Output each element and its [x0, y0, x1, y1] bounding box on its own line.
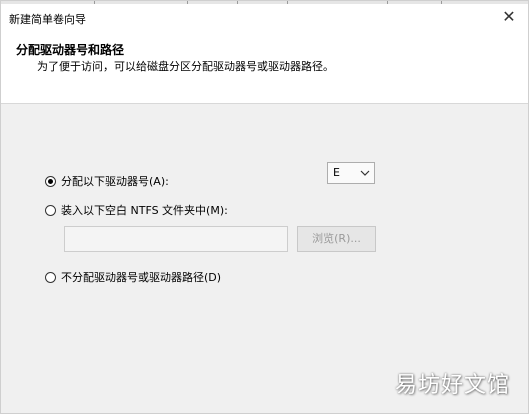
chevron-down-icon	[360, 165, 370, 184]
radio-assign-letter[interactable]	[45, 175, 56, 187]
option-no-assign[interactable]: 不分配驱动器号或驱动器路径(D)	[45, 269, 221, 285]
radio-mount-folder[interactable]	[45, 204, 56, 216]
option-assign-letter[interactable]: 分配以下驱动器号(A):	[45, 173, 169, 189]
browse-button[interactable]: 浏览(R)...	[297, 226, 376, 252]
option-mount-folder-label: 装入以下空白 NTFS 文件夹中(M):	[61, 204, 228, 217]
watermark-text: 易坊好文馆	[394, 373, 510, 398]
close-icon[interactable]: ✕	[500, 8, 518, 26]
folder-path-input[interactable]	[64, 226, 288, 252]
wizard-header: 分配驱动器号和路径 为了便于访问，可以给磁盘分区分配驱动器号或驱动器路径。	[1, 33, 528, 104]
radio-no-assign[interactable]	[45, 271, 56, 283]
title-bar: 新建简单卷向导 ✕	[1, 4, 528, 33]
option-no-assign-label: 不分配驱动器号或驱动器路径(D)	[61, 271, 222, 284]
page-title: 分配驱动器号和路径	[16, 43, 125, 57]
page-description: 为了便于访问，可以给磁盘分区分配驱动器号或驱动器路径。	[37, 60, 334, 73]
option-mount-folder[interactable]: 装入以下空白 NTFS 文件夹中(M):	[45, 202, 228, 218]
drive-letter-value: E	[333, 166, 340, 179]
wizard-window: 新建简单卷向导 ✕ 分配驱动器号和路径 为了便于访问，可以给磁盘分区分配驱动器号…	[0, 0, 529, 414]
option-assign-letter-label: 分配以下驱动器号(A):	[61, 175, 169, 188]
drive-letter-select[interactable]: E	[327, 162, 375, 184]
window-title: 新建简单卷向导	[9, 13, 86, 26]
